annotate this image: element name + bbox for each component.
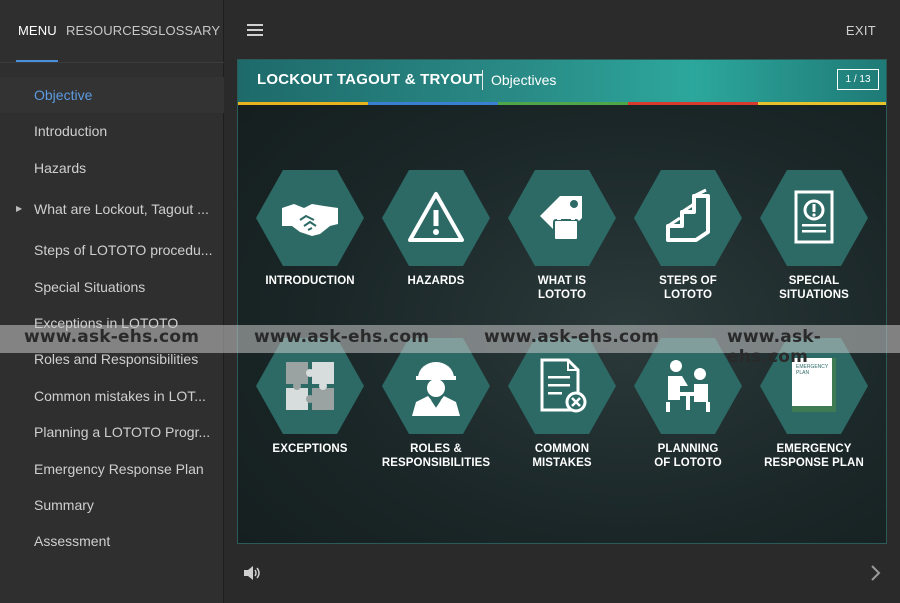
menu-item-introduction[interactable]: Introduction <box>0 113 224 149</box>
tab-glossary[interactable]: GLOSSARY <box>148 23 220 38</box>
watermark-text: www.ask-ehs.com <box>727 327 822 367</box>
menu-item-steps[interactable]: Steps of LOTOTO procedu... <box>0 232 224 268</box>
menu-item-label: Common mistakes in LOT... <box>34 387 206 404</box>
menu-list: Objective Introduction Hazards ▶ What are… <box>0 77 224 560</box>
menu-item-common-mistakes[interactable]: Common mistakes in LOT... <box>0 378 224 414</box>
watermark-text: www.ask-ehs.com <box>254 327 430 347</box>
slide-background <box>238 60 886 543</box>
tile-introduction[interactable]: INTRODUCTION <box>255 170 365 288</box>
tile-label: STEPS OF LOTOTO <box>659 275 717 301</box>
stripe-segment <box>758 102 886 105</box>
app-window: MENU RESOURCES GLOSSARY Objective Introd… <box>0 0 900 603</box>
menu-item-hazards[interactable]: Hazards <box>0 150 224 186</box>
menu-item-planning[interactable]: Planning a LOTOTO Progr... <box>0 414 224 450</box>
tile-hexagon <box>634 170 742 266</box>
document-error-icon <box>540 358 587 413</box>
menu-item-summary[interactable]: Summary <box>0 487 224 523</box>
tile-label: WHAT IS LOTOTO <box>537 275 587 301</box>
menu-item-emergency[interactable]: Emergency Response Plan <box>0 451 224 487</box>
menu-item-label: Objective <box>34 87 93 103</box>
expand-caret-icon[interactable]: ▶ <box>16 186 22 232</box>
tile-hexagon <box>760 170 868 266</box>
slide-title: LOCKOUT TAGOUT & TRYOUT <box>257 71 483 88</box>
tile-label: INTRODUCTION <box>265 275 355 287</box>
stripe-segment <box>498 102 628 105</box>
worker-icon <box>412 362 460 416</box>
menu-item-label: Special Situations <box>34 278 146 295</box>
tile-hazards[interactable]: HAZARDS <box>381 170 491 288</box>
tile-roles-responsibilities[interactable]: ROLES & RESPONSIBILITIES <box>381 338 491 470</box>
menu-item-label: Steps of LOTOTO procedu... <box>34 242 213 259</box>
stripe-segment <box>628 102 758 105</box>
tile-label: EMERGENCY RESPONSE PLAN <box>764 443 864 469</box>
handshake-icon <box>282 204 338 236</box>
watermark-text: www.ask-ehs.com <box>24 327 200 347</box>
lock-tag-icon <box>540 196 582 241</box>
volume-icon[interactable] <box>243 565 261 581</box>
top-bar: EXIT <box>224 0 900 60</box>
page-counter: 1 / 13 <box>837 69 879 90</box>
stripe-segment <box>238 102 368 105</box>
tile-hexagon <box>508 170 616 266</box>
tile-special-situations[interactable]: SPECIAL SITUATIONS <box>759 170 869 302</box>
slide-subtitle: Objectives <box>491 72 557 88</box>
slide-header: LOCKOUT TAGOUT & TRYOUT Objectives 1 / 1… <box>238 60 886 102</box>
tile-what-is-lototo[interactable]: WHAT IS LOTOTO <box>507 170 617 302</box>
next-slide-icon[interactable] <box>868 563 882 583</box>
menu-item-objective[interactable]: Objective <box>0 77 224 114</box>
tile-exceptions[interactable]: EXCEPTIONS <box>255 338 365 456</box>
tile-hexagon <box>256 170 364 266</box>
steps-icon <box>666 188 710 242</box>
menu-item-label: Hazards <box>34 159 87 176</box>
exit-button[interactable]: EXIT <box>846 23 876 38</box>
menu-item-label: Planning a LOTOTO Progr... <box>34 424 211 441</box>
meeting-icon <box>666 360 710 412</box>
tile-steps-of-lototo[interactable]: STEPS OF LOTOTO <box>633 170 743 302</box>
menu-item-label: What are Lockout, Tagout ... <box>34 201 209 218</box>
tile-common-mistakes[interactable]: COMMON MISTAKES <box>507 338 617 470</box>
puzzle-icon <box>286 362 334 410</box>
sidebar-tabs: MENU RESOURCES GLOSSARY <box>0 0 224 63</box>
menu-item-label: Roles and Responsibilities <box>34 351 199 368</box>
menu-item-assessment[interactable]: Assessment <box>0 523 224 559</box>
watermark-text: www.ask-ehs.com <box>484 327 660 347</box>
color-stripe <box>238 102 886 105</box>
book-title-text: PLAN <box>796 370 809 376</box>
tile-hexagon <box>382 170 490 266</box>
hamburger-menu-icon[interactable] <box>247 24 263 36</box>
tile-label: EXCEPTIONS <box>272 443 348 455</box>
menu-item-label: Assessment <box>34 533 111 550</box>
tile-label: COMMON MISTAKES <box>532 443 592 469</box>
tab-menu[interactable]: MENU <box>18 23 57 38</box>
menu-item-special-situations[interactable]: Special Situations <box>0 269 224 305</box>
alert-document-icon <box>794 190 834 244</box>
watermark-band: www.ask-ehs.com www.ask-ehs.com www.ask-… <box>0 325 900 367</box>
sidebar: MENU RESOURCES GLOSSARY Objective Introd… <box>0 0 224 603</box>
menu-item-label: Introduction <box>34 123 108 140</box>
active-tab-indicator <box>16 60 58 62</box>
tab-resources[interactable]: RESOURCES <box>66 23 149 38</box>
menu-item-what-are-lockout[interactable]: ▶ What are Lockout, Tagout ... <box>0 186 224 232</box>
warning-icon <box>408 192 464 242</box>
menu-item-label: Emergency Response Plan <box>34 460 204 477</box>
tile-label: SPECIAL SITUATIONS <box>779 275 849 301</box>
tile-label: PLANNING OF LOTOTO <box>654 443 722 469</box>
menu-item-label: Summary <box>34 496 94 513</box>
stripe-segment <box>368 102 498 105</box>
tile-label: HAZARDS <box>407 275 465 287</box>
tile-label: ROLES & RESPONSIBILITIES <box>381 443 491 469</box>
slide-canvas: LOCKOUT TAGOUT & TRYOUT Objectives 1 / 1… <box>237 59 887 544</box>
title-divider <box>482 70 483 90</box>
